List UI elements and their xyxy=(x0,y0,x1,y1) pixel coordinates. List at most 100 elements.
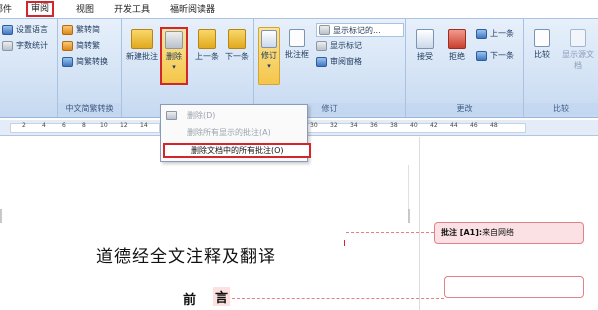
menu-item-delete-shown-label: 删除所有显示的批注(A) xyxy=(187,128,271,137)
next-change-label: 下一条 xyxy=(490,51,514,60)
next-comment-label: 下一条 xyxy=(225,52,249,61)
to-traditional-label: 简转繁 xyxy=(76,41,100,50)
preface-heading-first-char: 前 xyxy=(183,293,197,308)
track-changes-label: 修订 xyxy=(261,51,277,60)
track-changes-icon xyxy=(261,30,277,48)
previous-comment-label: 上一条 xyxy=(195,52,219,61)
group-comments: 新建批注 删除 ▾ 上一条 下一条 xyxy=(122,19,254,117)
ruler-tick: 48 xyxy=(490,122,498,129)
next-change-button[interactable]: 下一条 xyxy=(476,49,514,63)
word-count-button[interactable]: 字数统计 xyxy=(2,39,48,53)
accept-label: 接受 xyxy=(417,52,433,61)
group-proofing: 设置语言 字数统计 xyxy=(0,19,58,117)
delete-icon xyxy=(166,111,177,120)
previous-comment-button[interactable]: 上一条 xyxy=(194,29,220,62)
abc-count-icon xyxy=(2,41,13,51)
previous-change-label: 上一条 xyxy=(490,29,514,38)
ruler-tick: 32 xyxy=(330,122,338,129)
comment-balloon-empty[interactable] xyxy=(444,276,584,298)
margin-corner-left xyxy=(0,209,2,223)
reviewing-pane-label: 审阅窗格 xyxy=(330,57,362,66)
show-markup-icon xyxy=(316,41,327,51)
accept-button[interactable]: 接受 xyxy=(412,29,438,62)
reviewing-pane-icon xyxy=(316,57,327,67)
ruler-tick: 12 xyxy=(120,122,128,129)
show-markup-label: 显示标记 xyxy=(330,41,362,50)
balloons-label: 批注框 xyxy=(285,50,309,59)
document-title: 道德经全文注释及翻译 xyxy=(96,247,276,267)
track-changes-button[interactable]: 修订 ▾ xyxy=(258,27,280,85)
menu-item-delete-all[interactable]: 删除文档中的所有批注(O) xyxy=(163,143,311,158)
comment-connector-2 xyxy=(232,298,444,299)
comment-text: 来自网络 xyxy=(482,228,515,237)
simplified-to-traditional-icon xyxy=(62,41,73,51)
show-source-button[interactable]: 显示源文档 xyxy=(560,29,596,71)
ruler-tick: 42 xyxy=(430,122,438,129)
set-language-label: 设置语言 xyxy=(16,25,48,34)
set-language-button[interactable]: 设置语言 xyxy=(2,23,48,37)
group-compare: 比较 显示源文档 比较 xyxy=(524,19,598,117)
tab-review[interactable]: 审阅 xyxy=(26,1,55,17)
chevron-down-icon: ▾ xyxy=(267,62,271,70)
traditional-to-simplified-icon xyxy=(62,25,73,35)
ruler-tick: 6 xyxy=(62,122,66,129)
delete-comment-icon xyxy=(165,31,183,49)
comment-balloon[interactable]: 批注 [A1]:来自网络 xyxy=(434,222,584,244)
markup-area-border xyxy=(419,137,420,310)
ruler-tick: 36 xyxy=(370,122,378,129)
display-markup-dropdown[interactable]: 显示标记的... xyxy=(316,23,404,37)
convert-button[interactable]: 简繁转换 xyxy=(62,55,108,69)
next-comment-button[interactable]: 下一条 xyxy=(224,29,250,62)
reject-icon xyxy=(448,29,466,49)
menu-item-delete-shown[interactable]: 删除所有显示的批注(A) xyxy=(161,125,307,140)
ruler-tick: 34 xyxy=(350,122,358,129)
menu-item-delete-label: 删除(D) xyxy=(187,111,216,120)
to-simplified-button[interactable]: 繁转简 xyxy=(62,23,100,37)
compare-icon xyxy=(534,29,550,47)
right-margin-line xyxy=(408,165,409,209)
show-markup-button[interactable]: 显示标记 xyxy=(316,39,362,53)
delete-comment-button[interactable]: 删除 ▾ xyxy=(160,27,188,85)
accept-icon xyxy=(416,29,434,49)
ruler-tick: 30 xyxy=(310,122,318,129)
group-label-changes: 更改 xyxy=(406,103,523,115)
new-comment-icon xyxy=(131,29,153,49)
group-tracking: 修订 ▾ 批注框 显示标记的... 显示标记 审阅窗格 修订 xyxy=(254,19,406,117)
reviewing-pane-button[interactable]: 审阅窗格 xyxy=(316,55,362,69)
display-markup-icon xyxy=(319,25,330,35)
margin-corner-right xyxy=(408,209,410,223)
previous-change-button[interactable]: 上一条 xyxy=(476,27,514,41)
delete-comment-menu: 删除(D) 删除所有显示的批注(A) 删除文档中的所有批注(O) xyxy=(160,104,311,162)
ruler-tick: 4 xyxy=(42,122,46,129)
tab-foxit-reader[interactable]: 福昕阅读器 xyxy=(170,3,215,17)
compare-button[interactable]: 比较 xyxy=(528,29,556,60)
show-source-label: 显示源文档 xyxy=(562,50,594,70)
globe-icon xyxy=(2,25,13,35)
word-count-label: 字数统计 xyxy=(16,41,48,50)
tab-developer[interactable]: 开发工具 xyxy=(114,3,150,17)
comment-anchor-mark xyxy=(344,240,345,246)
reject-button[interactable]: 拒绝 xyxy=(444,29,470,62)
menu-item-delete[interactable]: 删除(D) xyxy=(161,108,307,123)
ruler-tick: 2 xyxy=(22,122,26,129)
display-markup-label: 显示标记的... xyxy=(333,26,381,35)
ruler-tick: 44 xyxy=(450,122,458,129)
word-window: 邮件 审阅 视图 开发工具 福昕阅读器 设置语言 字数统计 繁转简 xyxy=(0,0,598,310)
tab-mailings[interactable]: 邮件 xyxy=(0,3,12,17)
tab-view[interactable]: 视图 xyxy=(76,3,94,17)
balloons-button[interactable]: 批注框 xyxy=(284,29,310,60)
delete-label: 删除 xyxy=(166,52,182,61)
to-traditional-button[interactable]: 简转繁 xyxy=(62,39,100,53)
previous-change-icon xyxy=(476,29,487,39)
comment-author-label: 批注 [A1]: xyxy=(441,228,483,237)
group-chinese-conversion: 繁转简 简转繁 简繁转换 中文简繁转换 xyxy=(58,19,122,117)
next-comment-icon xyxy=(228,29,246,49)
previous-comment-icon xyxy=(198,29,216,49)
new-comment-button[interactable]: 新建批注 xyxy=(124,29,160,62)
balloons-icon xyxy=(289,29,305,47)
convert-label: 简繁转换 xyxy=(76,57,108,66)
group-changes: 接受 拒绝 上一条 下一条 更改 xyxy=(406,19,524,117)
chevron-down-icon: ▾ xyxy=(172,63,176,71)
ribbon: 设置语言 字数统计 繁转简 简转繁 简繁转换 中文简繁转换 新建批注 删除 ▾ … xyxy=(0,18,598,118)
ribbon-tab-bar: 邮件 审阅 视图 开发工具 福昕阅读器 xyxy=(0,0,598,18)
